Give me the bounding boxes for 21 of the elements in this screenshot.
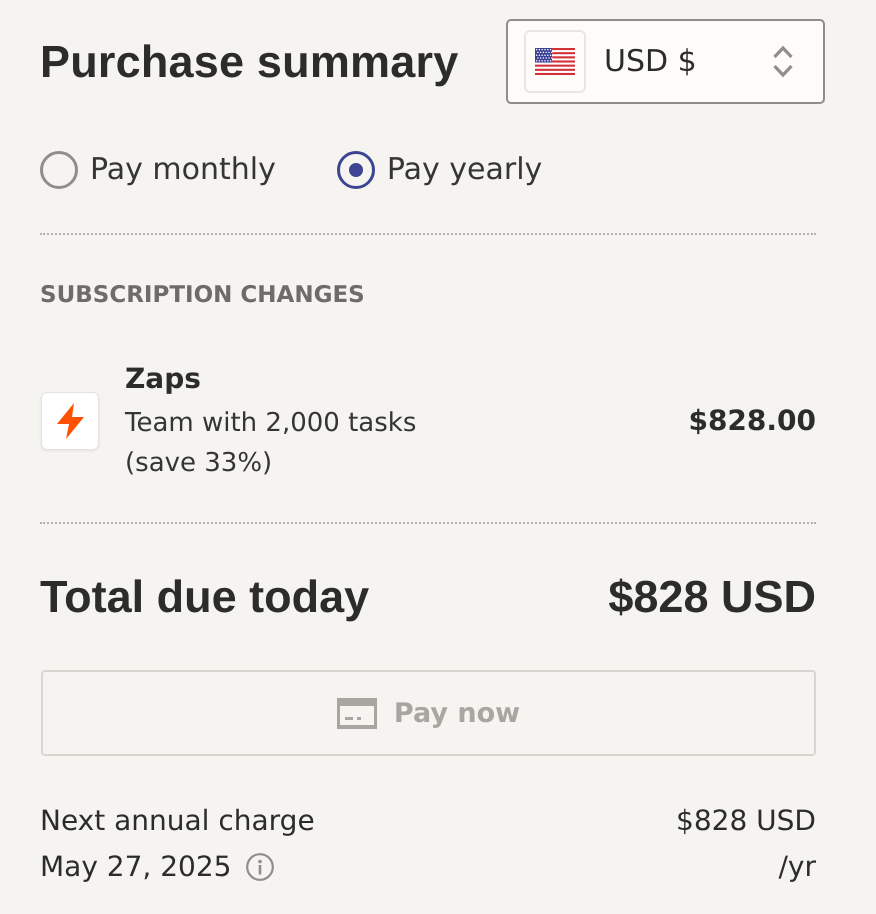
next-charge-label: Next annual charge xyxy=(40,803,315,839)
savings-note: (save 33%) xyxy=(125,447,274,480)
lightning-bolt-icon xyxy=(41,392,99,450)
chevron-up-down-icon xyxy=(772,45,794,78)
summary-title: Purchase summary xyxy=(40,34,458,88)
info-icon[interactable] xyxy=(246,853,274,881)
plan-description: Team with 2,000 tasks xyxy=(125,407,418,440)
radio-button[interactable] xyxy=(40,151,78,189)
product-name: Zaps xyxy=(125,361,202,397)
next-charge-date: May 27, 2025 xyxy=(40,849,232,885)
next-charge-amount: $828 USD xyxy=(676,803,816,839)
radio-button[interactable] xyxy=(336,151,375,189)
currency-select[interactable]: USD $ xyxy=(506,19,825,104)
item-price: $828.00 xyxy=(688,403,816,439)
billing-period: /yr xyxy=(778,849,816,885)
radio-label[interactable]: Pay monthly xyxy=(90,151,276,189)
total-amount: $828 USD xyxy=(608,570,816,624)
total-label: Total due today xyxy=(40,570,370,624)
section-heading: SUBSCRIPTION CHANGES xyxy=(40,281,366,309)
flag-icon xyxy=(524,30,586,93)
radio-label[interactable]: Pay yearly xyxy=(386,151,542,189)
